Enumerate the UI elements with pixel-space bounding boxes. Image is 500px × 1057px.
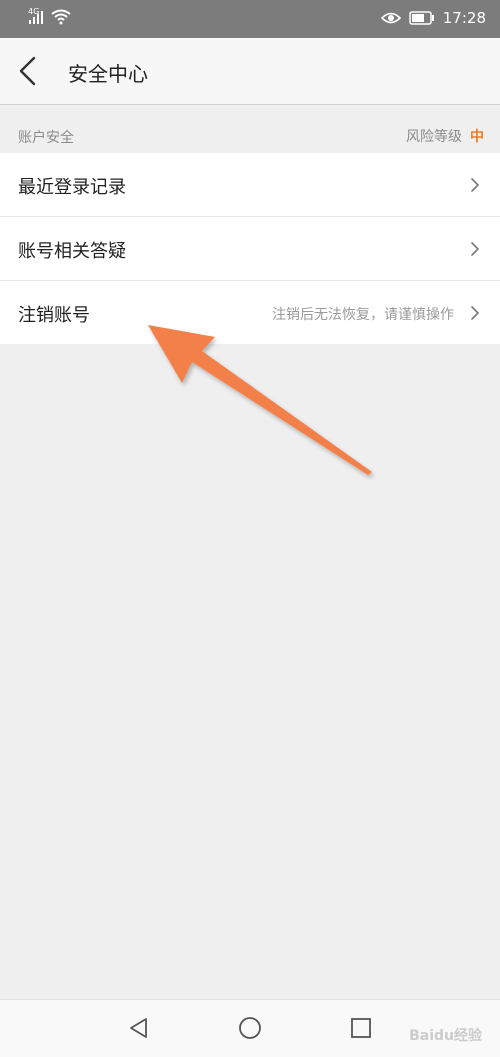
status-time: 17:28 — [442, 9, 486, 27]
list-item-account-faq[interactable]: 账号相关答疑 — [0, 217, 500, 281]
list-item-label: 注销账号 — [18, 305, 90, 326]
list-item-login-records[interactable]: 最近登录记录 — [0, 153, 500, 217]
app-header: 安全中心 — [0, 38, 500, 105]
annotation-arrow-icon — [148, 325, 372, 475]
watermark: Baidu经验 — [409, 1028, 482, 1044]
status-right: 17:28 — [380, 9, 486, 27]
chevron-right-icon — [471, 178, 480, 192]
risk-label: 风险等级 — [406, 129, 462, 145]
list-item-label: 账号相关答疑 — [18, 241, 126, 262]
eye-icon — [380, 12, 401, 24]
square-recent-icon[interactable] — [348, 1015, 374, 1041]
page-title: 安全中心 — [68, 62, 148, 86]
circle-home-icon[interactable] — [237, 1015, 263, 1041]
status-left: 4G — [28, 7, 71, 25]
status-bar: 4G 17:28 — [0, 0, 500, 38]
chevron-right-icon — [471, 242, 480, 256]
section-label: 账户安全 — [18, 130, 74, 146]
chevron-left-icon[interactable] — [12, 53, 46, 89]
wifi-icon — [51, 9, 71, 25]
system-nav-bar: Baidu经验 — [0, 999, 500, 1057]
triangle-back-icon[interactable] — [126, 1015, 152, 1041]
risk-indicator: 风险等级中 — [406, 126, 484, 146]
list-item-label: 最近登录记录 — [18, 177, 126, 198]
network-type: 4G — [28, 7, 40, 16]
battery-icon — [409, 11, 434, 25]
section-header: 账户安全 风险等级中 — [0, 105, 500, 153]
chevron-right-icon — [471, 306, 480, 320]
risk-level-value: 中 — [470, 129, 484, 145]
